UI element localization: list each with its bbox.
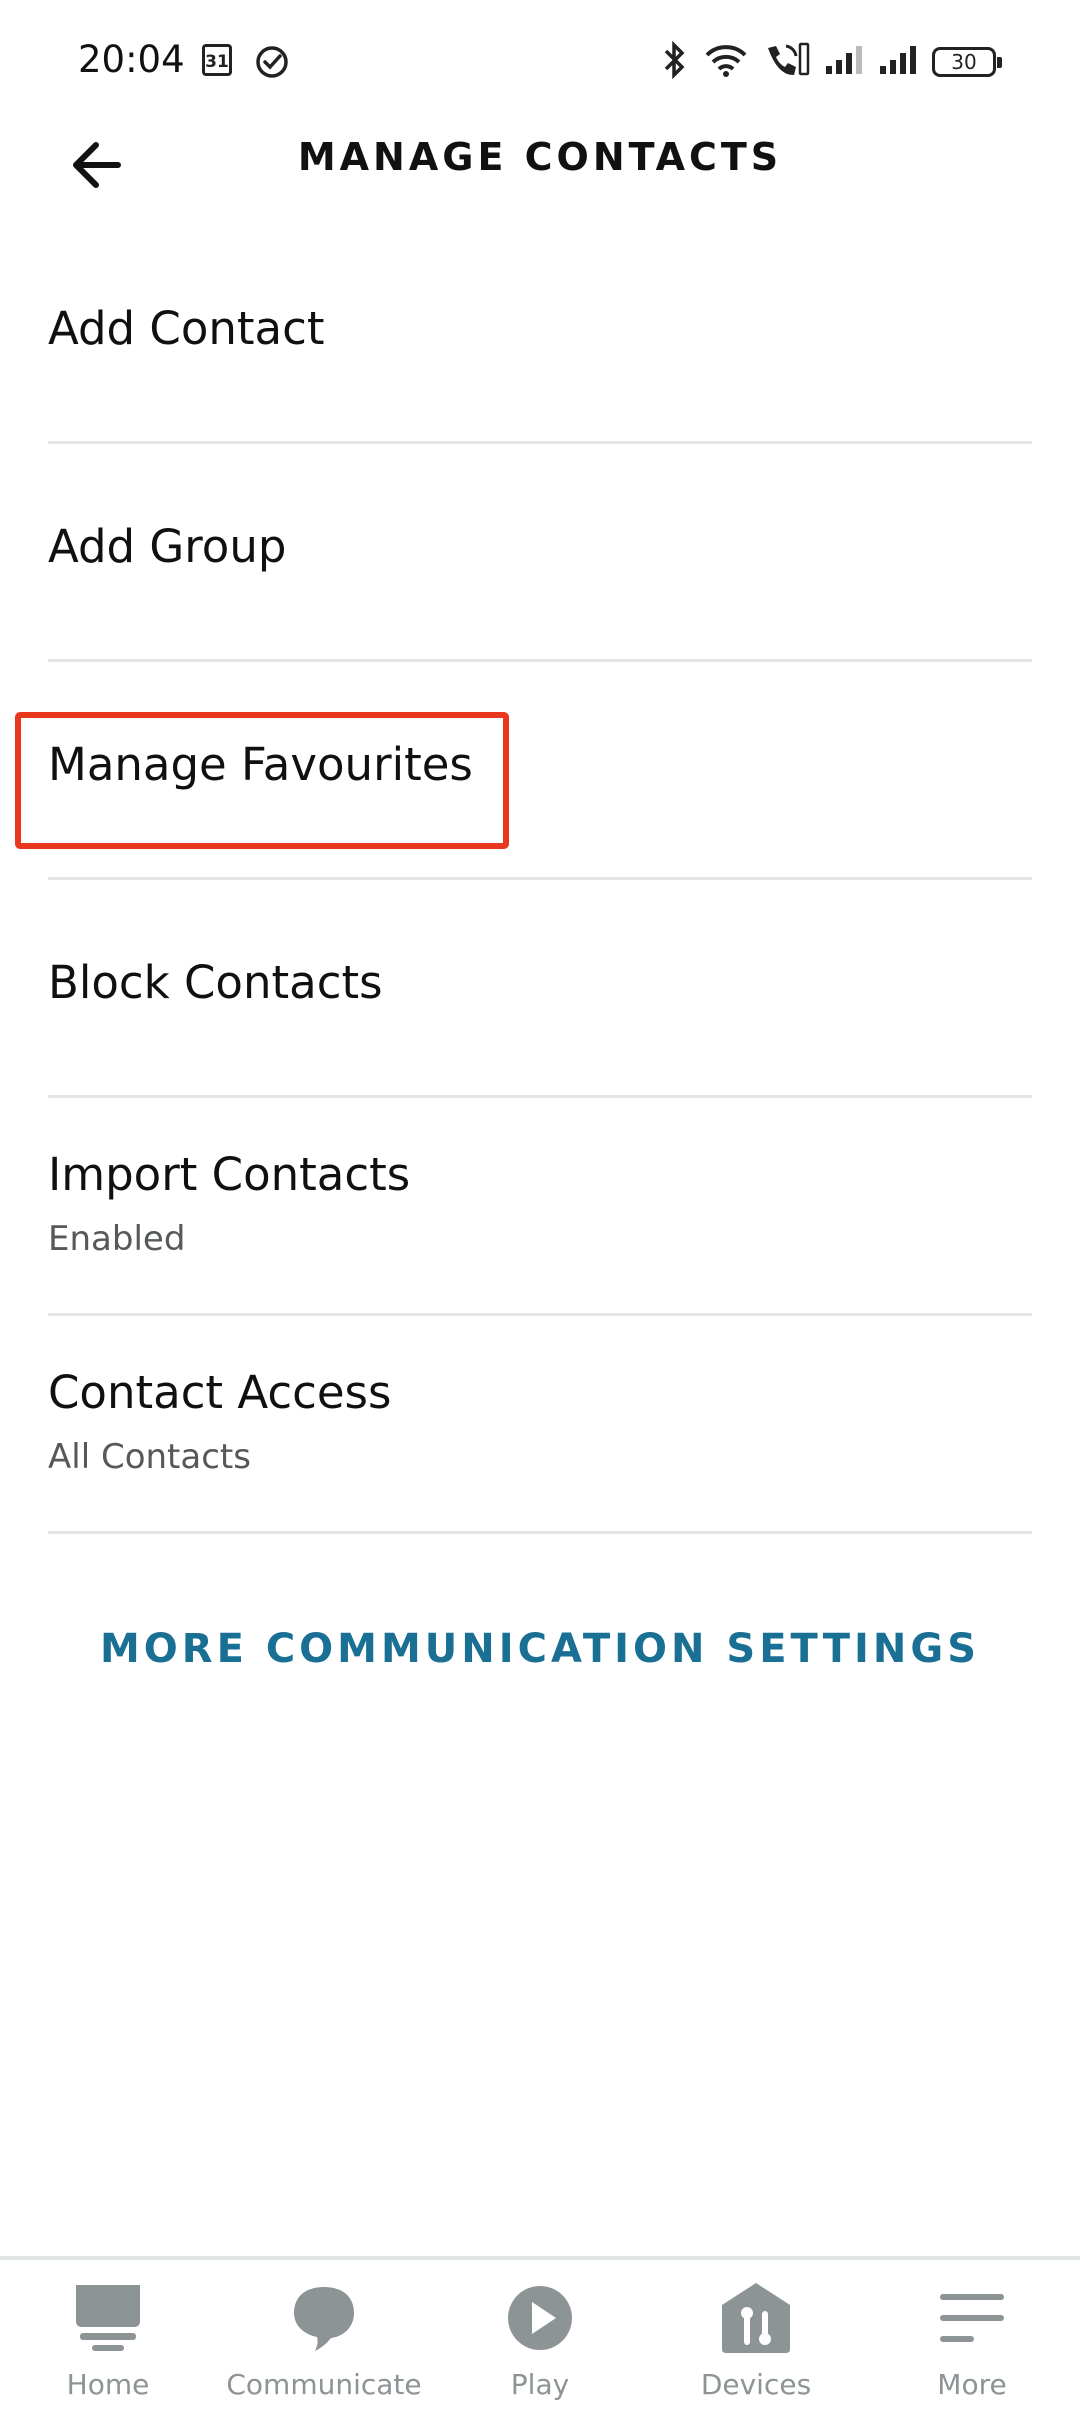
menu-item-status: All Contacts	[48, 1437, 251, 1477]
nav-label: Play	[510, 2368, 570, 2401]
menu-item-status: Enabled	[48, 1219, 186, 1259]
nav-home[interactable]: Home	[8, 2278, 208, 2401]
wifi-icon	[704, 42, 748, 82]
menu-item-label: Block Contacts	[48, 956, 383, 1009]
menu-item-label: Add Contact	[48, 302, 325, 355]
signal-2-icon	[878, 44, 918, 80]
manage-favourites-row[interactable]: Manage Favourites	[48, 662, 1032, 880]
status-time: 20:04	[78, 38, 185, 81]
page-title: MANAGE CONTACTS	[297, 135, 783, 179]
home-icon	[8, 2278, 208, 2358]
calendar-icon: 31	[202, 44, 232, 76]
status-icons: 30	[660, 40, 1002, 84]
nav-label: Devices	[700, 2368, 812, 2401]
nav-play[interactable]: Play	[440, 2278, 640, 2401]
nav-label: Communicate	[226, 2368, 422, 2401]
chat-bubble-icon	[224, 2278, 424, 2358]
add-group-row[interactable]: Add Group	[48, 444, 1032, 662]
bluetooth-icon	[660, 40, 690, 84]
nav-label: More	[937, 2368, 1007, 2401]
check-circle-icon	[254, 44, 290, 84]
menu-item-label: Contact Access	[48, 1366, 392, 1419]
wifi-calling-icon	[762, 40, 810, 84]
more-communication-settings-link[interactable]: MORE COMMUNICATION SETTINGS	[0, 1626, 1080, 1672]
status-bar: 20:04 31 30	[0, 0, 1080, 125]
battery-icon: 30	[932, 47, 1002, 77]
menu-icon	[872, 2278, 1072, 2358]
signal-1-icon	[824, 44, 864, 80]
nav-devices[interactable]: Devices	[656, 2278, 856, 2401]
menu-item-label: Manage Favourites	[48, 738, 473, 791]
block-contacts-row[interactable]: Block Contacts	[48, 880, 1032, 1098]
devices-icon	[656, 2278, 856, 2358]
add-contact-row[interactable]: Add Contact	[48, 226, 1032, 444]
menu-item-label: Import Contacts	[48, 1148, 411, 1201]
bottom-nav: Home Communicate Play Devices More	[0, 2256, 1080, 2412]
contact-access-row[interactable]: Contact Access All Contacts	[48, 1316, 1032, 1534]
import-contacts-row[interactable]: Import Contacts Enabled	[48, 1098, 1032, 1316]
contacts-menu: Add Contact Add Group Manage Favourites …	[15, 226, 1032, 1534]
nav-more[interactable]: More	[872, 2278, 1072, 2401]
nav-communicate[interactable]: Communicate	[224, 2278, 424, 2401]
play-icon	[440, 2278, 640, 2358]
nav-label: Home	[66, 2368, 150, 2401]
menu-item-label: Add Group	[48, 520, 287, 573]
